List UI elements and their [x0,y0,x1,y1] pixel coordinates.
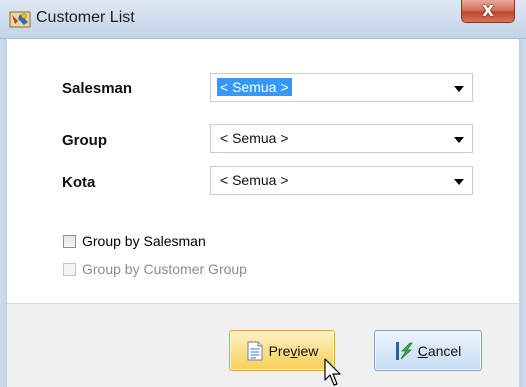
mouse-cursor-icon [324,358,341,386]
salesman-label: Salesman [62,80,133,97]
group-by-customer-group-label: Group by Customer Group [82,261,247,277]
chevron-down-icon[interactable] [454,137,464,143]
cancel-label: Cancel [417,342,462,359]
close-icon: X [482,2,494,20]
group-by-salesman-label[interactable]: Group by Salesman [82,233,206,249]
close-button[interactable]: X [461,0,515,23]
title-bar[interactable]: Customer List X [0,0,526,39]
kota-dropdown[interactable]: < Semua > [210,166,473,195]
window-title: Customer List [36,9,135,26]
salesman-value: < Semua > [217,78,292,96]
window-frame-right [519,39,526,387]
window-frame-left [0,39,7,387]
preview-label: Preview [268,342,319,359]
group-by-salesman-checkbox[interactable]: Group by Salesman [63,233,206,249]
group-by-customer-group-checkbox: Group by Customer Group [63,261,247,277]
salesman-dropdown[interactable]: < Semua > [210,73,473,102]
checkbox-box [63,262,76,276]
kota-label: Kota [62,174,96,191]
chevron-down-icon[interactable] [454,179,464,185]
document-preview-icon [247,341,263,360]
customer-list-dialog: Customer List X Salesman < Semua > Group… [0,0,526,387]
group-value: < Semua > [220,130,289,146]
app-icon [9,11,31,28]
checkbox-box[interactable] [63,234,76,248]
preview-button[interactable]: Preview [229,330,335,371]
group-label: Group [62,132,107,149]
chevron-down-icon[interactable] [454,86,464,92]
kota-value: < Semua > [220,172,289,188]
cancel-button[interactable]: Cancel [374,330,482,371]
green-arrow-icon [395,341,413,360]
group-dropdown[interactable]: < Semua > [210,124,473,153]
